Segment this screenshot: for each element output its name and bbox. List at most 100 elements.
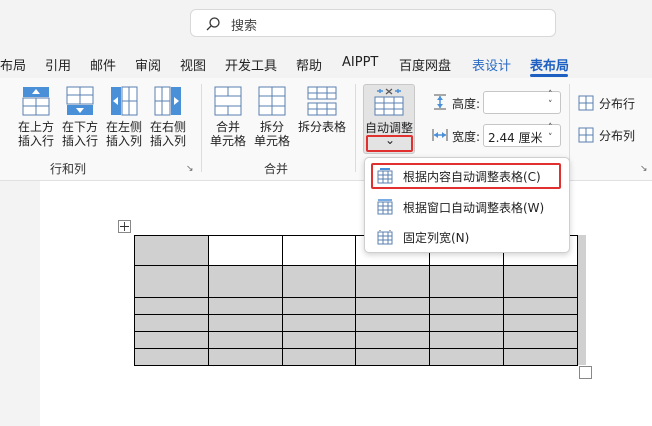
tab-aippt[interactable]: AIPPT <box>342 55 378 70</box>
width-input[interactable]: 2.44 厘米 ˄ ˅ <box>483 123 561 147</box>
table-cell[interactable] <box>503 297 578 315</box>
table-cell[interactable] <box>134 235 209 266</box>
table-cell[interactable] <box>355 348 431 366</box>
menu-item-label: 根据窗口自动调整表格(W) <box>403 201 545 215</box>
table-cell[interactable] <box>503 348 578 366</box>
table-resize-handle[interactable] <box>579 366 592 379</box>
table-cell[interactable] <box>207 348 283 366</box>
height-input[interactable]: ˄ ˅ <box>483 90 561 114</box>
end-of-row-marks <box>578 235 586 365</box>
tab-table-design[interactable]: 表设计 <box>472 55 511 74</box>
menu-item-autofit-window[interactable]: 根据窗口自动调整表格(W) <box>371 194 561 220</box>
tab-references[interactable]: 引用 <box>45 55 71 74</box>
table-cell[interactable] <box>281 235 357 266</box>
table-row[interactable] <box>134 314 578 332</box>
tab-table-layout[interactable]: 表布局 <box>530 55 569 74</box>
width-label: 宽度: <box>452 130 481 144</box>
table-cell[interactable] <box>134 348 209 366</box>
table-cell[interactable] <box>134 331 209 349</box>
table-cell[interactable] <box>429 348 505 366</box>
tab-mailings[interactable]: 邮件 <box>90 55 116 74</box>
insert-left-icon <box>111 86 138 116</box>
table-cell[interactable] <box>429 314 505 332</box>
insert-col-left-button[interactable]: 在左侧 插入列 <box>102 86 146 150</box>
tab-review[interactable]: 审阅 <box>135 55 161 74</box>
autofit-icon <box>374 88 404 116</box>
tab-developer[interactable]: 开发工具 <box>225 55 277 74</box>
distribute-cols-button[interactable]: 分布列 <box>578 126 648 144</box>
group-separator <box>355 84 356 172</box>
tab-baidu-netdisk[interactable]: 百度网盘 <box>399 55 451 74</box>
document-table[interactable] <box>134 235 578 366</box>
table-cell[interactable] <box>281 314 357 332</box>
table-cell[interactable] <box>429 265 505 298</box>
table-row[interactable] <box>134 331 578 349</box>
rows-cols-launcher-icon[interactable]: ↘ <box>186 164 194 174</box>
tab-view[interactable]: 视图 <box>180 55 206 74</box>
insert-right-icon <box>154 86 181 116</box>
table-cell[interactable] <box>207 235 283 266</box>
table-cell[interactable] <box>355 331 431 349</box>
split-label-1: 拆分 <box>259 120 284 134</box>
spin-down-icon[interactable]: ˅ <box>548 100 553 110</box>
menu-item-fixed-width[interactable]: 固定列宽(N) <box>371 224 561 250</box>
insert-right-label-1: 在右侧 <box>149 120 186 134</box>
height-label: 高度: <box>452 97 481 111</box>
table-cell[interactable] <box>503 331 578 349</box>
distribute-rows-button[interactable]: 分布行 <box>578 94 648 112</box>
table-row[interactable] <box>134 297 578 315</box>
insert-row-below-button[interactable]: 在下方 插入行 <box>58 86 102 150</box>
table-cell[interactable] <box>134 314 209 332</box>
autofit-dropdown-highlight[interactable]: ⌄ <box>366 133 413 152</box>
split-table-button[interactable]: 拆分表格 <box>295 86 349 150</box>
search-icon <box>206 17 220 31</box>
insert-row-above-button[interactable]: 在上方 插入行 <box>14 86 58 150</box>
search-box[interactable]: 搜索 <box>190 9 556 37</box>
table-cell[interactable] <box>503 265 578 298</box>
row-height-icon <box>434 94 446 110</box>
spin-up-icon[interactable]: ˄ <box>548 123 553 133</box>
table-cell[interactable] <box>429 331 505 349</box>
fixed-width-icon <box>377 230 393 245</box>
table-cell[interactable] <box>355 314 431 332</box>
split-cells-button[interactable]: 拆分 单元格 <box>250 86 294 150</box>
table-cell[interactable] <box>281 348 357 366</box>
insert-below-label-1: 在下方 <box>61 120 98 134</box>
table-cell[interactable] <box>355 297 431 315</box>
merge-cells-button[interactable]: 合并 单元格 <box>206 86 250 150</box>
autofit-contents-icon <box>377 168 393 184</box>
menu-item-autofit-contents[interactable]: 根据内容自动调整表格(C) <box>371 163 561 189</box>
insert-below-icon <box>66 86 94 115</box>
table-cell[interactable] <box>207 314 283 332</box>
table-cell[interactable] <box>207 265 283 298</box>
active-tab-indicator <box>530 74 568 77</box>
table-cell[interactable] <box>207 331 283 349</box>
distribute-rows-icon <box>578 95 594 111</box>
spin-down-icon[interactable]: ˅ <box>548 133 553 143</box>
insert-above-label-2: 插入行 <box>17 134 54 148</box>
tab-layout[interactable]: 布局 <box>0 55 26 74</box>
table-cell[interactable] <box>281 297 357 315</box>
table-cell[interactable] <box>134 297 209 315</box>
split-table-icon <box>307 86 337 116</box>
autofit-window-icon <box>377 199 393 215</box>
tab-help[interactable]: 帮助 <box>296 55 322 74</box>
table-cell[interactable] <box>503 314 578 332</box>
autofit-menu: 根据内容自动调整表格(C) 根据窗口自动调整表格(W) 固定列宽(N) <box>364 157 570 253</box>
table-row[interactable] <box>134 348 578 366</box>
table-move-handle[interactable] <box>118 220 131 233</box>
spin-up-icon[interactable]: ˄ <box>548 90 553 100</box>
table-cell[interactable] <box>281 265 357 298</box>
width-value: 2.44 厘米 <box>488 131 543 145</box>
table-cell[interactable] <box>134 265 209 298</box>
insert-col-right-button[interactable]: 在右侧 插入列 <box>146 86 190 150</box>
table-row[interactable] <box>134 265 578 298</box>
table-cell[interactable] <box>355 265 431 298</box>
merge-cells-icon <box>214 86 242 116</box>
cell-size-launcher-icon[interactable]: ↘ <box>640 164 648 174</box>
table-cell[interactable] <box>429 297 505 315</box>
insert-left-label-1: 在左侧 <box>105 120 142 134</box>
table-cell[interactable] <box>281 331 357 349</box>
distribute-cols-icon <box>578 127 594 143</box>
table-cell[interactable] <box>207 297 283 315</box>
